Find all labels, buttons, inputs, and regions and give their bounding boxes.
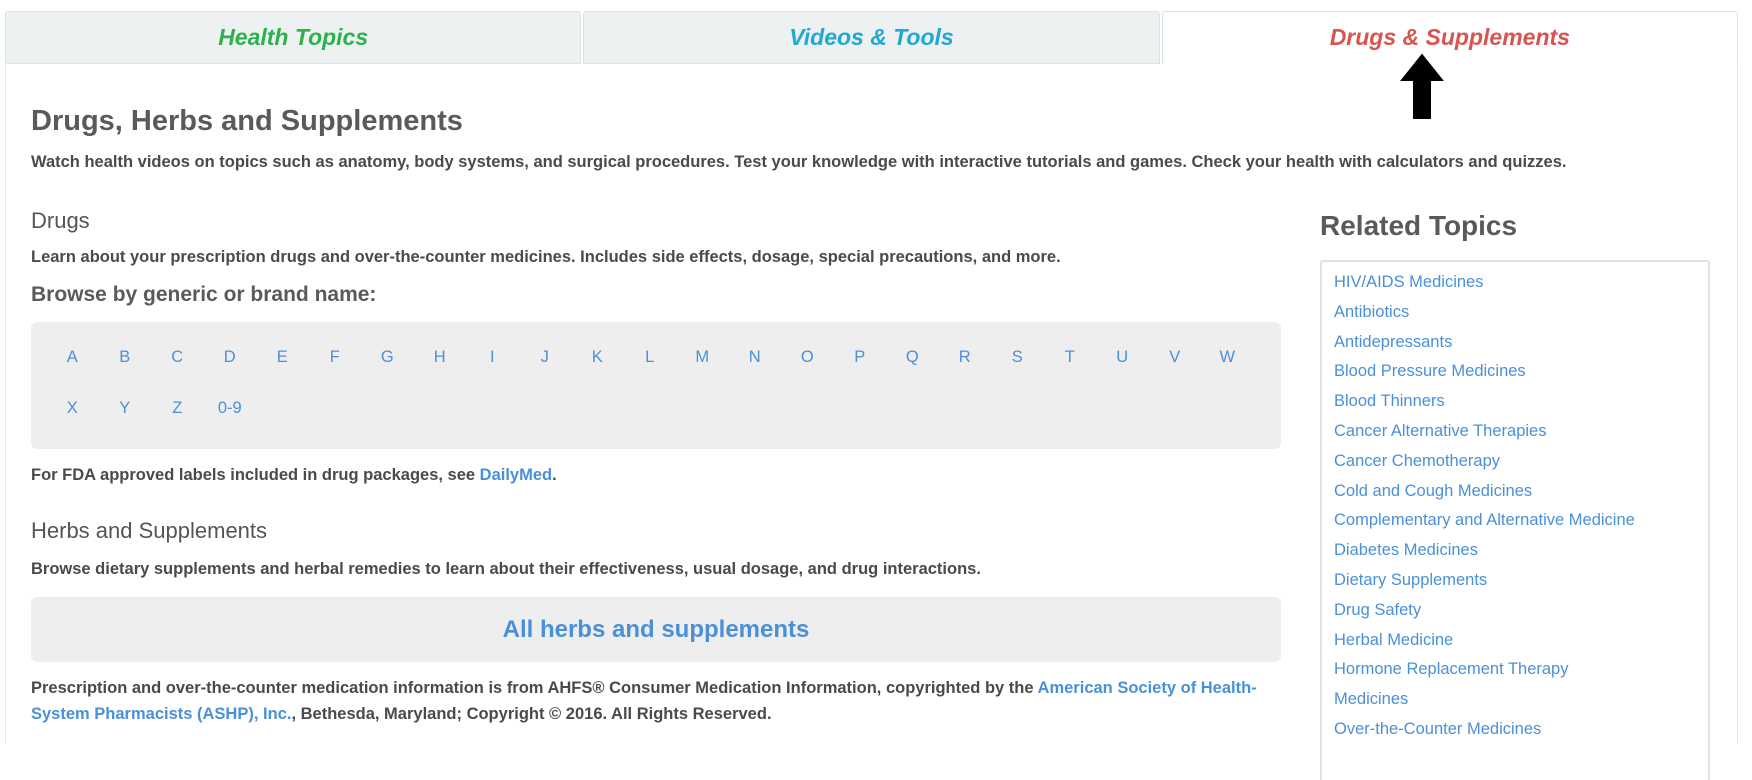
related-topic-link[interactable]: Blood Thinners bbox=[1334, 387, 1708, 417]
tab-videos-tools[interactable]: Videos & Tools bbox=[583, 11, 1160, 64]
related-topic-link[interactable]: Herbal Medicine bbox=[1334, 626, 1708, 656]
letter-link[interactable]: H bbox=[414, 337, 467, 377]
all-herbs-button[interactable]: All herbs and supplements bbox=[31, 597, 1281, 662]
letter-link[interactable]: I bbox=[466, 337, 519, 377]
related-topics-box: HIV/AIDS Medicines Antibiotics Antidepress… bbox=[1320, 260, 1710, 780]
letter-link[interactable]: G bbox=[361, 337, 414, 377]
letter-link[interactable]: V bbox=[1149, 337, 1202, 377]
letter-link[interactable]: O bbox=[781, 337, 834, 377]
related-topic-link[interactable]: Complementary and Alternative Medicine bbox=[1334, 506, 1708, 536]
related-topic-link[interactable]: Cancer Alternative Therapies bbox=[1334, 417, 1708, 447]
letter-link[interactable]: R bbox=[939, 337, 992, 377]
related-topic-link[interactable]: Antidepressants bbox=[1334, 328, 1708, 358]
letter-link[interactable]: A bbox=[46, 337, 99, 377]
browse-heading: Browse by generic or brand name: bbox=[31, 283, 377, 306]
nav-tabs: Health Topics Videos & Tools Drugs & Sup… bbox=[5, 11, 1738, 65]
letter-link[interactable]: Z bbox=[151, 388, 204, 428]
letter-link[interactable]: B bbox=[99, 337, 152, 377]
alphabet-row-2: X Y Z 0-9 bbox=[31, 388, 256, 428]
letter-link[interactable]: E bbox=[256, 337, 309, 377]
letter-link[interactable]: Q bbox=[886, 337, 939, 377]
ahfs-notice: Prescription and over-the-counter medica… bbox=[31, 675, 1281, 727]
drugs-heading: Drugs bbox=[31, 208, 90, 233]
herbs-description: Browse dietary supplements and herbal re… bbox=[31, 560, 981, 578]
tab-drugs-supplements[interactable]: Drugs & Supplements bbox=[1161, 11, 1738, 64]
letter-link[interactable]: Y bbox=[99, 388, 152, 428]
ahfs-prefix: Prescription and over-the-counter medica… bbox=[31, 679, 1038, 697]
related-topic-link[interactable]: Dietary Supplements bbox=[1334, 566, 1708, 596]
letter-link[interactable]: P bbox=[834, 337, 887, 377]
letter-link[interactable]: L bbox=[624, 337, 677, 377]
related-topic-link[interactable]: Drug Safety bbox=[1334, 596, 1708, 626]
fda-note: For FDA approved labels included in drug… bbox=[31, 466, 557, 485]
letter-link[interactable]: K bbox=[571, 337, 624, 377]
tab-health-topics[interactable]: Health Topics bbox=[5, 11, 582, 64]
page-title: Drugs, Herbs and Supplements bbox=[31, 105, 463, 137]
related-topic-link[interactable]: Diabetes Medicines bbox=[1334, 536, 1708, 566]
letter-link[interactable]: 0-9 bbox=[204, 388, 257, 428]
drugs-description: Learn about your prescription drugs and … bbox=[31, 248, 1061, 266]
letter-link[interactable]: F bbox=[309, 337, 362, 377]
letter-link[interactable]: S bbox=[991, 337, 1044, 377]
letter-link[interactable]: T bbox=[1044, 337, 1097, 377]
letter-link[interactable]: J bbox=[519, 337, 572, 377]
related-topic-link[interactable]: Medicines bbox=[1334, 685, 1708, 715]
arrow-up-cursor-icon bbox=[1396, 50, 1448, 121]
related-topic-link[interactable]: Cold and Cough Medicines bbox=[1334, 477, 1708, 507]
herbs-heading: Herbs and Supplements bbox=[31, 518, 268, 543]
related-topic-link[interactable]: Over-the-Counter Medicines bbox=[1334, 715, 1708, 745]
letter-link[interactable]: N bbox=[729, 337, 782, 377]
letter-link[interactable]: M bbox=[676, 337, 729, 377]
letter-link[interactable]: D bbox=[204, 337, 257, 377]
dailymed-link[interactable]: DailyMed bbox=[480, 466, 552, 484]
page-intro: Watch health videos on topics such as an… bbox=[31, 153, 1567, 171]
related-topic-link[interactable]: Blood Pressure Medicines bbox=[1334, 357, 1708, 387]
fda-suffix: . bbox=[552, 466, 557, 484]
alphabet-row-1: ABCDEFGHIJKLMNOPQRSTUVW bbox=[31, 337, 1254, 377]
related-topics: Related Topics HIV/AIDS Medicines Antibio… bbox=[1320, 210, 1712, 780]
fda-prefix: For FDA approved labels included in drug… bbox=[31, 466, 480, 484]
letter-link[interactable]: U bbox=[1096, 337, 1149, 377]
letter-link[interactable]: X bbox=[46, 388, 99, 428]
ahfs-suffix: , Bethesda, Maryland; Copyright © 2016. … bbox=[291, 705, 772, 723]
panel-border-left bbox=[5, 64, 6, 744]
alphabet-index: ABCDEFGHIJKLMNOPQRSTUVW X Y Z 0-9 bbox=[31, 322, 1281, 449]
panel-border-right bbox=[1737, 64, 1738, 744]
related-topics-list: HIV/AIDS Medicines Antibiotics Antidepress… bbox=[1322, 262, 1708, 745]
related-topic-link[interactable]: Hormone Replacement Therapy bbox=[1334, 655, 1708, 685]
letter-link[interactable]: C bbox=[151, 337, 204, 377]
related-topic-link[interactable]: HIV/AIDS Medicines bbox=[1334, 268, 1708, 298]
related-topic-link[interactable]: Cancer Chemotherapy bbox=[1334, 447, 1708, 477]
related-topic-link[interactable]: Antibiotics bbox=[1334, 298, 1708, 328]
letter-link[interactable]: W bbox=[1201, 337, 1254, 377]
related-topics-heading: Related Topics bbox=[1320, 210, 1518, 241]
